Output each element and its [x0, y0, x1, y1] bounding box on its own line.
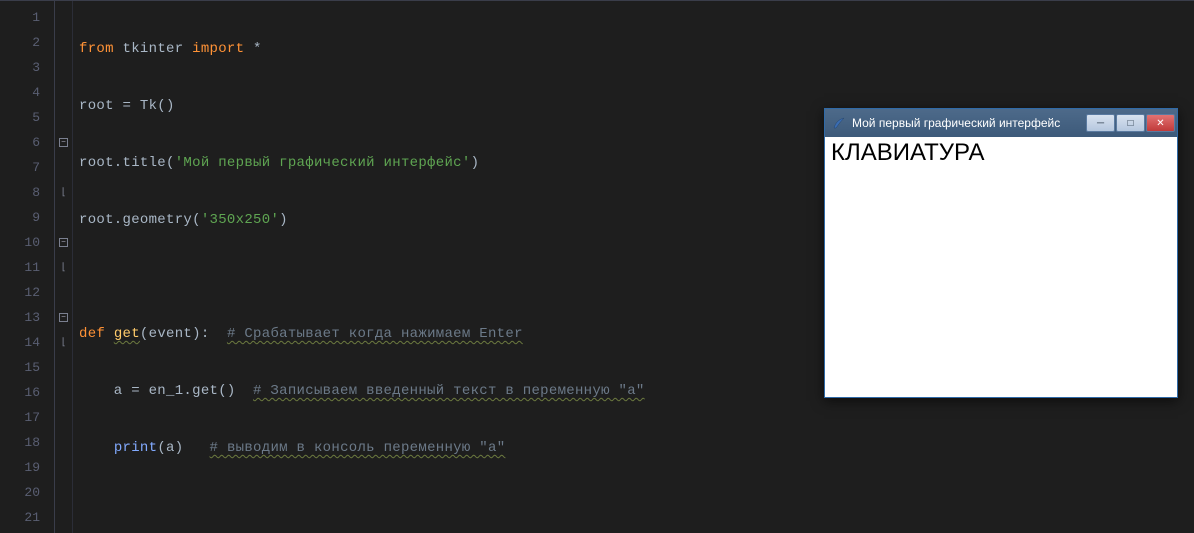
line-number: 4	[0, 80, 54, 105]
line-number: 1	[0, 5, 54, 30]
line-number: 8	[0, 180, 54, 205]
line-number: 2	[0, 30, 54, 55]
fold-toggle-icon[interactable]: −	[59, 238, 68, 247]
maximize-icon: □	[1127, 118, 1133, 129]
window-client-area	[825, 137, 1177, 397]
minimize-button[interactable]: ─	[1086, 114, 1115, 132]
fold-end-icon: ⌊	[60, 262, 66, 274]
line-number: 17	[0, 405, 54, 430]
fold-column: − ⌊ − ⌊ − ⌊	[55, 1, 73, 533]
line-number: 20	[0, 480, 54, 505]
line-number: 16	[0, 380, 54, 405]
line-number: 21	[0, 505, 54, 530]
close-icon: ✕	[1156, 118, 1164, 129]
maximize-button[interactable]: □	[1116, 114, 1145, 132]
tkinter-window[interactable]: Мой первый графический интерфейс ─ □ ✕	[824, 108, 1178, 398]
window-controls: ─ □ ✕	[1086, 114, 1175, 132]
fold-toggle-icon[interactable]: −	[59, 313, 68, 322]
code-line: from tkinter import *	[79, 37, 1194, 62]
line-number: 14	[0, 330, 54, 355]
line-number: 19	[0, 455, 54, 480]
line-number-gutter: 1 2 3 4 5 6 7 8 9 10 11 12 13 14 15 16 1…	[0, 1, 55, 533]
fold-end-icon: ⌊	[60, 337, 66, 349]
tk-feather-icon	[831, 115, 847, 131]
window-titlebar[interactable]: Мой первый графический интерфейс ─ □ ✕	[825, 109, 1177, 137]
line-number: 15	[0, 355, 54, 380]
line-number: 6	[0, 130, 54, 155]
window-title: Мой первый графический интерфейс	[852, 116, 1086, 130]
close-button[interactable]: ✕	[1146, 114, 1175, 132]
code-line	[79, 493, 1194, 518]
line-number: 12	[0, 280, 54, 305]
line-number: 3	[0, 55, 54, 80]
line-number: 13	[0, 305, 54, 330]
fold-toggle-icon[interactable]: −	[59, 138, 68, 147]
fold-end-icon: ⌊	[60, 187, 66, 199]
text-entry-field[interactable]	[825, 137, 1177, 169]
line-number: 9	[0, 205, 54, 230]
line-number: 10	[0, 230, 54, 255]
line-number: 7	[0, 155, 54, 180]
line-number: 11	[0, 255, 54, 280]
code-line: print(a) # выводим в консоль переменную …	[79, 436, 1194, 461]
line-number: 18	[0, 430, 54, 455]
line-number: 5	[0, 105, 54, 130]
minimize-icon: ─	[1097, 118, 1104, 129]
